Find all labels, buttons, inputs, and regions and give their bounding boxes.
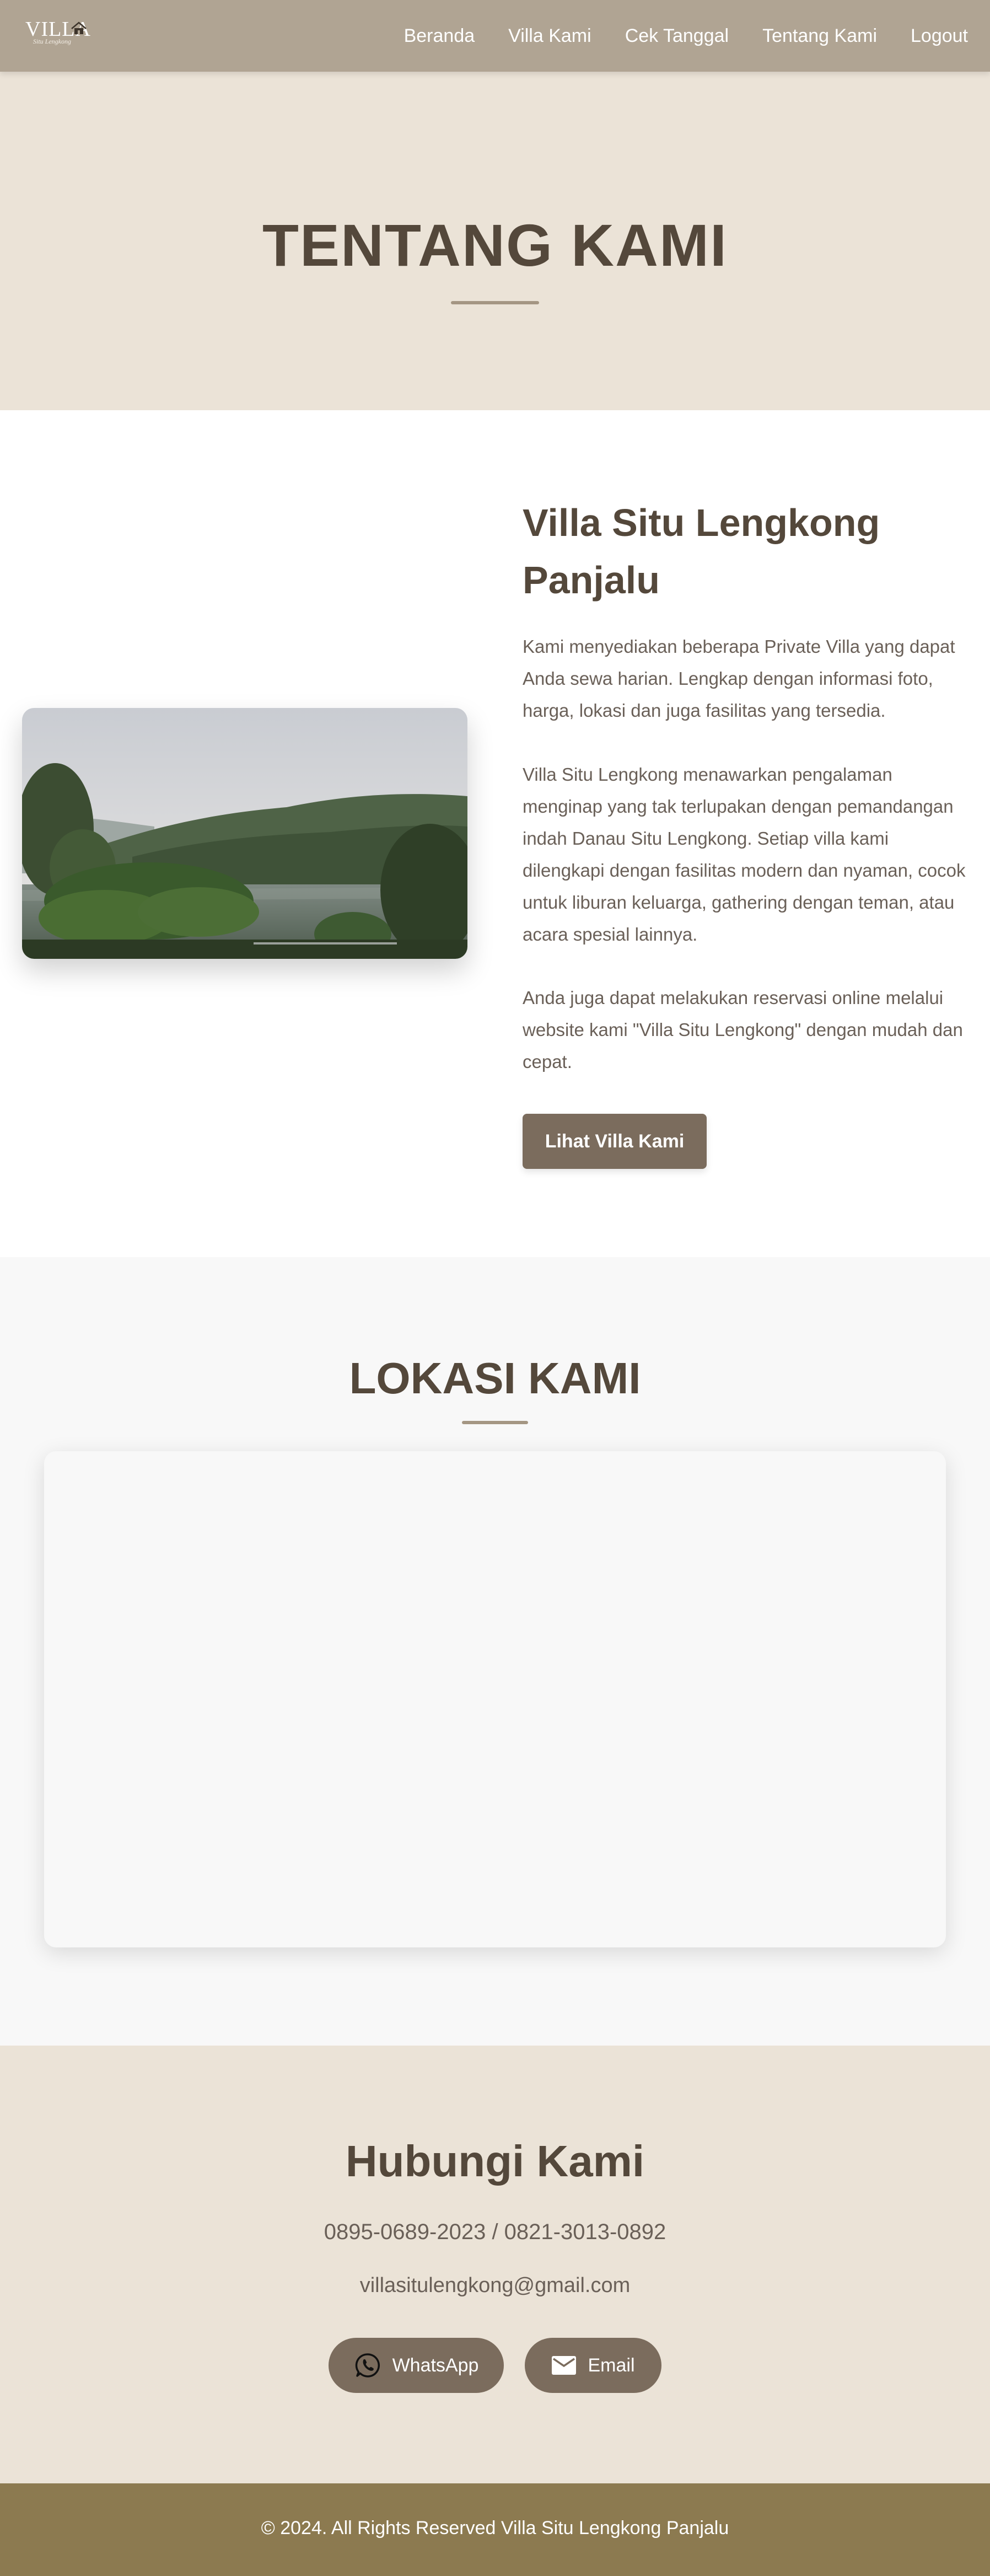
about-paragraph: Anda juga dapat melakukan reservasi onli… [523, 988, 963, 1072]
footer: © 2024. All Rights Reserved Villa Situ L… [0, 2483, 990, 2576]
location-section: LOKASI KAMI [0, 1257, 990, 2046]
logo-subtext: Situ Lengkong [33, 37, 71, 45]
nav-link-cek-tanggal[interactable]: Cek Tanggal [625, 25, 729, 47]
contact-phone: 0895-0689-2023 / 0821-3013-0892 [324, 2220, 666, 2244]
contact-title: Hubungi Kami [345, 2137, 645, 2186]
email-button[interactable]: Email [525, 2338, 661, 2393]
lake-photo [22, 708, 467, 959]
copyright-text: © 2024. All Rights Reserved Villa Situ L… [261, 2518, 729, 2539]
whatsapp-icon [354, 2352, 381, 2379]
nav-link-tentang-kami[interactable]: Tentang Kami [762, 25, 877, 47]
about-title: Villa Situ Lengkong Panjalu [523, 501, 880, 602]
mail-icon [551, 2355, 577, 2375]
map-embed[interactable] [44, 1451, 946, 1947]
title-underline [451, 301, 539, 304]
main-nav: Beranda Villa Kami Cek Tanggal Tentang K… [370, 0, 968, 72]
contact-section: Hubungi Kami 0895-0689-2023 / 0821-3013-… [0, 2046, 990, 2483]
nav-link-villa-kami[interactable]: Villa Kami [508, 25, 591, 47]
site-logo[interactable]: VILLA Situ Lengkong [25, 17, 92, 50]
house-icon [71, 21, 87, 38]
about-section: Villa Situ Lengkong Panjalu Kami menyedi… [0, 410, 990, 1257]
about-paragraph: Kami menyediakan beberapa Private Villa … [523, 636, 955, 721]
navbar: VILLA Situ Lengkong Beranda Villa Kami C… [0, 0, 990, 72]
hero-section: TENTANG KAMI [0, 72, 990, 410]
whatsapp-label: WhatsApp [392, 2354, 479, 2376]
about-paragraph: Villa Situ Lengkong menawarkan pengalama… [523, 764, 966, 944]
view-villa-button[interactable]: Lihat Villa Kami [523, 1114, 707, 1169]
title-underline [462, 1421, 528, 1424]
whatsapp-button[interactable]: WhatsApp [329, 2338, 504, 2393]
nav-link-beranda[interactable]: Beranda [404, 25, 475, 47]
email-label: Email [588, 2354, 635, 2376]
nav-link-logout[interactable]: Logout [911, 25, 968, 47]
contact-email: villasitulengkong@gmail.com [359, 2274, 631, 2297]
location-title: LOKASI KAMI [349, 1354, 641, 1403]
page-title: TENTANG KAMI [262, 212, 728, 278]
